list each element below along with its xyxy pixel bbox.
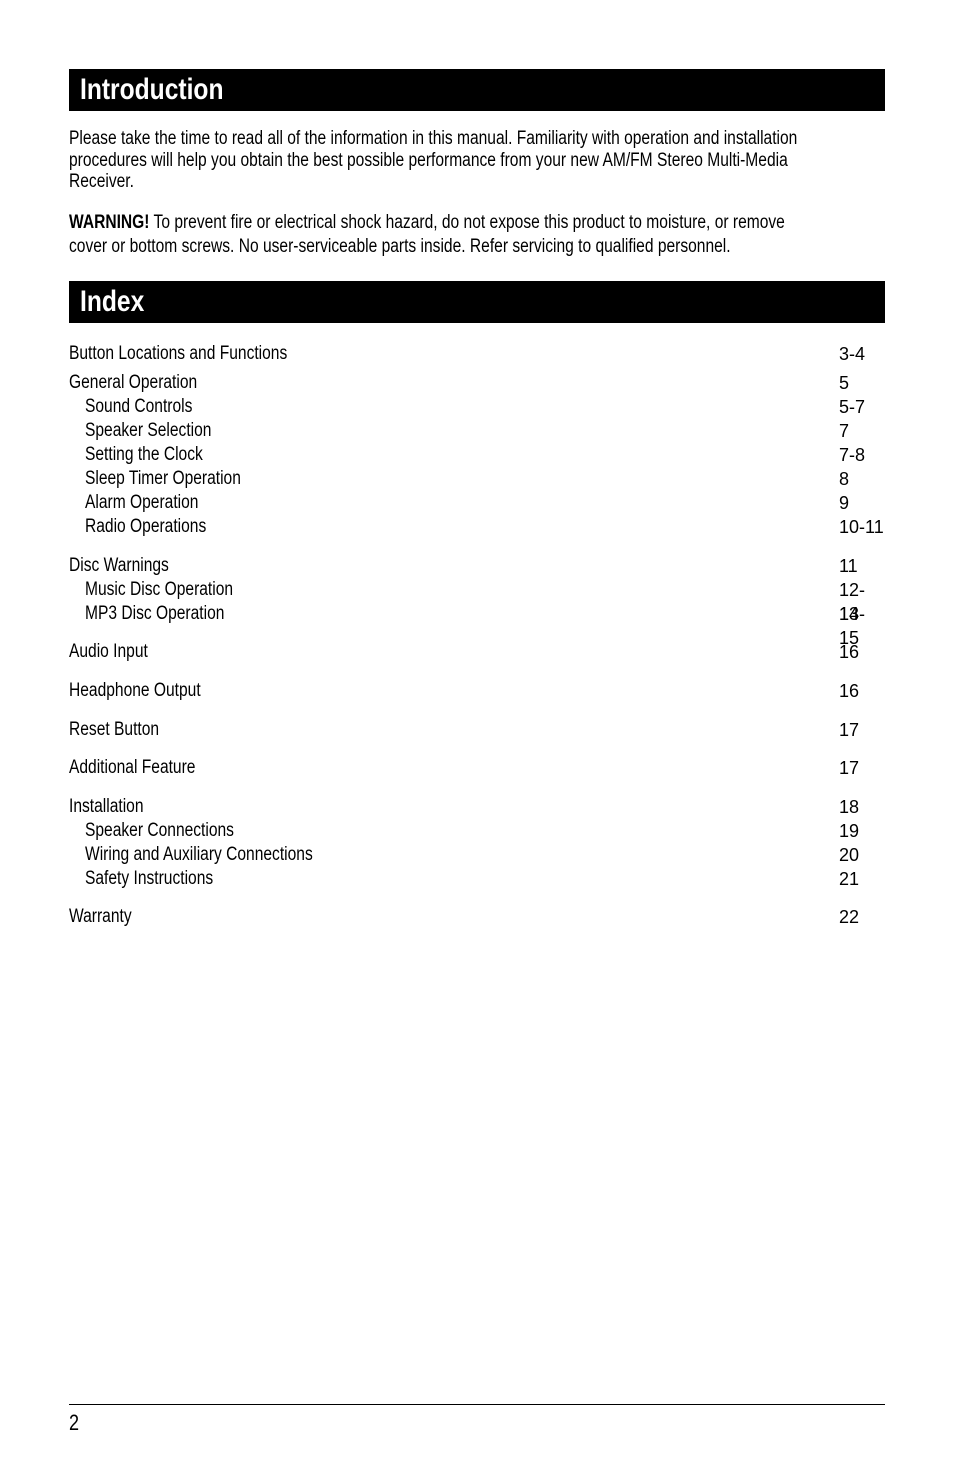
index-entry: Speaker Connections 19 <box>69 819 885 843</box>
index-entry-page: 7-8 <box>839 445 866 465</box>
index-entry: Wiring and Auxiliary Connections 20 <box>69 843 885 867</box>
index-heading-bar: Index <box>69 281 885 323</box>
index-entry-label: MP3 Disc Operation <box>85 603 225 624</box>
index-entry-label: Headphone Output <box>69 680 201 701</box>
index-entry: MP3 Disc Operation 14-15 <box>69 602 885 648</box>
index-entry: Speaker Selection 7 <box>69 419 885 443</box>
index-entry-page: 7 <box>839 421 850 441</box>
index-entry: Setting the Clock 7-8 <box>69 443 885 467</box>
index-entry-label: Warranty <box>69 906 132 927</box>
index-entry: Installation 18 <box>69 795 885 819</box>
index-entry-label: Additional Feature <box>69 757 196 778</box>
introduction-heading-bar: Introduction <box>69 69 885 111</box>
index-entry: Button Locations and Functions 3-4 <box>69 342 885 366</box>
index-entry-page: 19 <box>839 821 860 841</box>
index-entry-page: 16 <box>839 642 860 662</box>
index-entry: Additional Feature 17 <box>69 756 885 780</box>
index-entry-label: Speaker Selection <box>85 420 212 441</box>
index-entry-label: Reset Button <box>69 719 160 740</box>
index-entry-label: Installation <box>69 796 144 817</box>
index-entry: General Operation 5 <box>69 371 885 395</box>
warning-text-1: To prevent fire or electrical shock haza… <box>149 212 785 233</box>
index-entry: Reset Button 17 <box>69 718 885 742</box>
index-entry-page: 17 <box>839 758 860 778</box>
index-entry-label: Sleep Timer Operation <box>85 468 241 489</box>
index-entry-page: 17 <box>839 720 860 740</box>
index-entry-label: Audio Input <box>69 641 148 662</box>
index-entry-label: Music Disc Operation <box>85 579 234 600</box>
index-entry: Disc Warnings 11 <box>69 554 885 578</box>
index-entry: Sleep Timer Operation 8 <box>69 467 885 491</box>
index-entry: Safety Instructions 21 <box>69 867 885 891</box>
footer-rule <box>69 1404 885 1405</box>
warning-paragraph: WARNING! To prevent fire or electrical s… <box>69 211 885 259</box>
index-entry-label: General Operation <box>69 372 198 393</box>
index-entry-label: Wiring and Auxiliary Connections <box>85 844 313 865</box>
index-entry-page: 10-11 <box>839 517 884 537</box>
index-entry-label: Sound Controls <box>85 396 193 417</box>
index-entry-label: Alarm Operation <box>85 492 199 513</box>
index-entry-page: 11 <box>839 556 858 576</box>
intro-line-1: Please take the time to read all of the … <box>69 128 798 149</box>
index-entry: Music Disc Operation 12-13 <box>69 578 885 624</box>
index-entry-page: 20 <box>839 845 860 865</box>
index-entry-page: 18 <box>839 797 860 817</box>
index-entry: Warranty 22 <box>69 905 885 929</box>
warning-line-1: WARNING! To prevent fire or electrical s… <box>69 211 885 235</box>
index-entry-page: 5 <box>839 373 850 393</box>
index-entry-page: 8 <box>839 469 850 489</box>
index-entry: Audio Input 16 <box>69 640 885 664</box>
index-entry-page: 3-4 <box>839 344 866 364</box>
index-entry-label: Setting the Clock <box>85 444 203 465</box>
index-entry-label: Safety Instructions <box>85 868 214 889</box>
index-entry-label: Button Locations and Functions <box>69 343 288 364</box>
index-entry-label: Radio Operations <box>85 516 207 537</box>
intro-line-3: Receiver. <box>69 171 134 192</box>
index-entry-label: Disc Warnings <box>69 555 169 576</box>
warning-label: WARNING! <box>69 212 150 233</box>
index-entry-page: 21 <box>839 869 860 889</box>
index-heading: Index <box>80 285 145 318</box>
index-entry: Radio Operations 10-11 <box>69 515 885 539</box>
introduction-paragraph: Please take the time to read all of the … <box>69 128 885 193</box>
index-entry-page: 22 <box>839 907 860 927</box>
index-entry: Headphone Output 16 <box>69 679 885 703</box>
index-entry: Sound Controls 5-7 <box>69 395 885 419</box>
page-number: 2 <box>69 1410 80 1435</box>
intro-line-2: procedures will help you obtain the best… <box>69 149 788 171</box>
index-entry-label: Speaker Connections <box>85 820 234 841</box>
index-entry-page: 16 <box>839 681 860 701</box>
index-entry: Alarm Operation 9 <box>69 491 885 515</box>
index-entry-page: 9 <box>839 493 850 513</box>
index-entry-page: 5-7 <box>839 397 866 417</box>
introduction-heading: Introduction <box>80 73 224 106</box>
warning-line-2: cover or bottom screws. No user-servicea… <box>69 236 731 257</box>
